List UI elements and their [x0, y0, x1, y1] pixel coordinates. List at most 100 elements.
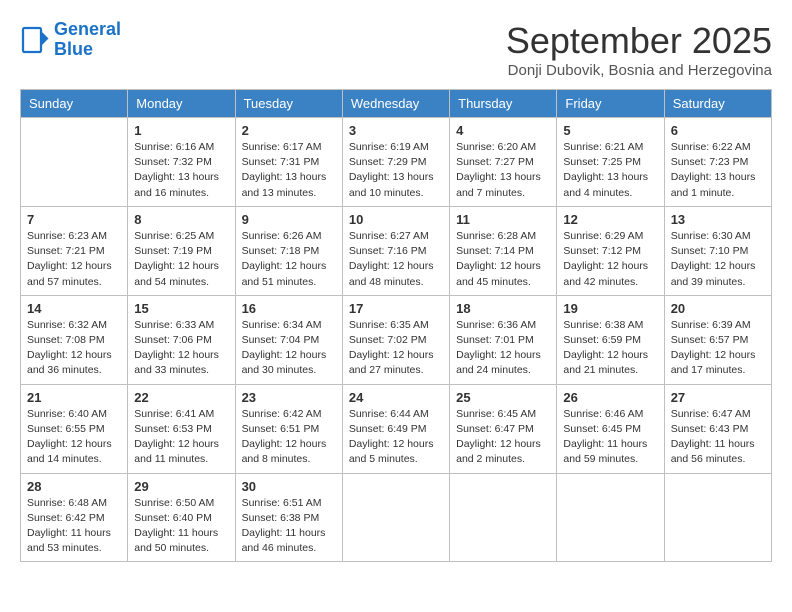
day-cell: 30 Sunrise: 6:51 AM Sunset: 6:38 PM Dayli…: [235, 473, 342, 562]
day-cell: 15 Sunrise: 6:33 AM Sunset: 7:06 PM Dayli…: [128, 295, 235, 384]
day-number: 14: [27, 301, 121, 316]
day-info: Sunrise: 6:46 AM Sunset: 6:45 PM Dayligh…: [563, 407, 657, 468]
day-number: 11: [456, 212, 550, 227]
day-info: Sunrise: 6:20 AM Sunset: 7:27 PM Dayligh…: [456, 140, 550, 201]
day-number: 8: [134, 212, 228, 227]
day-info: Sunrise: 6:30 AM Sunset: 7:10 PM Dayligh…: [671, 229, 765, 290]
day-number: 20: [671, 301, 765, 316]
day-cell: 1 Sunrise: 6:16 AM Sunset: 7:32 PM Daylig…: [128, 118, 235, 207]
day-info: Sunrise: 6:21 AM Sunset: 7:25 PM Dayligh…: [563, 140, 657, 201]
day-cell: 6Sunrise: 6:22 AM Sunset: 7:23 PM Daylig…: [664, 118, 771, 207]
day-number: 25: [456, 390, 550, 405]
day-number: 7: [27, 212, 121, 227]
day-cell: 16 Sunrise: 6:34 AM Sunset: 7:04 PM Dayli…: [235, 295, 342, 384]
day-cell: 18 Sunrise: 6:36 AM Sunset: 7:01 PM Dayli…: [450, 295, 557, 384]
header-monday: Monday: [128, 90, 235, 118]
day-info: Sunrise: 6:16 AM Sunset: 7:32 PM Dayligh…: [134, 140, 228, 201]
day-cell: 25 Sunrise: 6:45 AM Sunset: 6:47 PM Dayli…: [450, 384, 557, 473]
day-number: 18: [456, 301, 550, 316]
day-cell: 14 Sunrise: 6:32 AM Sunset: 7:08 PM Dayli…: [21, 295, 128, 384]
header-friday: Friday: [557, 90, 664, 118]
day-cell: [557, 473, 664, 562]
day-info: Sunrise: 6:50 AM Sunset: 6:40 PM Dayligh…: [134, 496, 228, 557]
day-number: 9: [242, 212, 336, 227]
day-cell: 20Sunrise: 6:39 AM Sunset: 6:57 PM Dayli…: [664, 295, 771, 384]
month-title: September 2025: [506, 20, 772, 62]
day-cell: 29 Sunrise: 6:50 AM Sunset: 6:40 PM Dayli…: [128, 473, 235, 562]
day-number: 1: [134, 123, 228, 138]
day-info: Sunrise: 6:19 AM Sunset: 7:29 PM Dayligh…: [349, 140, 443, 201]
logo: General Blue: [20, 20, 121, 60]
title-block: September 2025 Donji Dubovik, Bosnia and…: [506, 20, 772, 79]
day-number: 19: [563, 301, 657, 316]
day-cell: 3 Sunrise: 6:19 AM Sunset: 7:29 PM Daylig…: [342, 118, 449, 207]
day-cell: [21, 118, 128, 207]
day-cell: 2Sunrise: 6:17 AM Sunset: 7:31 PM Daylig…: [235, 118, 342, 207]
day-cell: 17 Sunrise: 6:35 AM Sunset: 7:02 PM Dayli…: [342, 295, 449, 384]
header-sunday: Sunday: [21, 90, 128, 118]
page-header: General Blue September 2025 Donji Dubovi…: [20, 20, 772, 79]
logo-icon: [20, 25, 50, 55]
day-info: Sunrise: 6:41 AM Sunset: 6:53 PM Dayligh…: [134, 407, 228, 468]
day-info: Sunrise: 6:25 AM Sunset: 7:19 PM Dayligh…: [134, 229, 228, 290]
day-cell: 26 Sunrise: 6:46 AM Sunset: 6:45 PM Dayli…: [557, 384, 664, 473]
day-cell: 7 Sunrise: 6:23 AM Sunset: 7:21 PM Daylig…: [21, 206, 128, 295]
day-cell: 23 Sunrise: 6:42 AM Sunset: 6:51 PM Dayli…: [235, 384, 342, 473]
day-info: Sunrise: 6:28 AM Sunset: 7:14 PM Dayligh…: [456, 229, 550, 290]
day-number: 17: [349, 301, 443, 316]
day-info: Sunrise: 6:26 AM Sunset: 7:18 PM Dayligh…: [242, 229, 336, 290]
day-number: 6: [671, 123, 765, 138]
day-cell: 21Sunrise: 6:40 AM Sunset: 6:55 PM Dayli…: [21, 384, 128, 473]
day-cell: 13Sunrise: 6:30 AM Sunset: 7:10 PM Dayli…: [664, 206, 771, 295]
day-number: 3: [349, 123, 443, 138]
day-cell: [450, 473, 557, 562]
day-cell: 22 Sunrise: 6:41 AM Sunset: 6:53 PM Dayli…: [128, 384, 235, 473]
day-cell: [342, 473, 449, 562]
week-row-3: 14 Sunrise: 6:32 AM Sunset: 7:08 PM Dayli…: [21, 295, 772, 384]
day-info: Sunrise: 6:34 AM Sunset: 7:04 PM Dayligh…: [242, 318, 336, 379]
week-row-4: 21Sunrise: 6:40 AM Sunset: 6:55 PM Dayli…: [21, 384, 772, 473]
week-row-5: 28 Sunrise: 6:48 AM Sunset: 6:42 PM Dayli…: [21, 473, 772, 562]
day-info: Sunrise: 6:51 AM Sunset: 6:38 PM Dayligh…: [242, 496, 336, 557]
day-info: Sunrise: 6:36 AM Sunset: 7:01 PM Dayligh…: [456, 318, 550, 379]
day-info: Sunrise: 6:33 AM Sunset: 7:06 PM Dayligh…: [134, 318, 228, 379]
day-info: Sunrise: 6:32 AM Sunset: 7:08 PM Dayligh…: [27, 318, 121, 379]
header-wednesday: Wednesday: [342, 90, 449, 118]
day-number: 27: [671, 390, 765, 405]
day-cell: 27Sunrise: 6:47 AM Sunset: 6:43 PM Dayli…: [664, 384, 771, 473]
day-cell: 10 Sunrise: 6:27 AM Sunset: 7:16 PM Dayli…: [342, 206, 449, 295]
day-number: 29: [134, 479, 228, 494]
day-number: 15: [134, 301, 228, 316]
day-info: Sunrise: 6:48 AM Sunset: 6:42 PM Dayligh…: [27, 496, 121, 557]
calendar-table: SundayMondayTuesdayWednesdayThursdayFrid…: [20, 89, 772, 562]
day-info: Sunrise: 6:42 AM Sunset: 6:51 PM Dayligh…: [242, 407, 336, 468]
day-info: Sunrise: 6:44 AM Sunset: 6:49 PM Dayligh…: [349, 407, 443, 468]
day-cell: 28 Sunrise: 6:48 AM Sunset: 6:42 PM Dayli…: [21, 473, 128, 562]
day-number: 10: [349, 212, 443, 227]
day-cell: 19Sunrise: 6:38 AM Sunset: 6:59 PM Dayli…: [557, 295, 664, 384]
day-info: Sunrise: 6:17 AM Sunset: 7:31 PM Dayligh…: [242, 140, 336, 201]
day-info: Sunrise: 6:23 AM Sunset: 7:21 PM Dayligh…: [27, 229, 121, 290]
week-row-2: 7 Sunrise: 6:23 AM Sunset: 7:21 PM Daylig…: [21, 206, 772, 295]
day-number: 26: [563, 390, 657, 405]
logo-line1: General: [54, 19, 121, 39]
day-cell: 11 Sunrise: 6:28 AM Sunset: 7:14 PM Dayli…: [450, 206, 557, 295]
day-info: Sunrise: 6:27 AM Sunset: 7:16 PM Dayligh…: [349, 229, 443, 290]
day-cell: 4 Sunrise: 6:20 AM Sunset: 7:27 PM Daylig…: [450, 118, 557, 207]
day-number: 28: [27, 479, 121, 494]
header-tuesday: Tuesday: [235, 90, 342, 118]
day-info: Sunrise: 6:45 AM Sunset: 6:47 PM Dayligh…: [456, 407, 550, 468]
day-number: 4: [456, 123, 550, 138]
day-number: 24: [349, 390, 443, 405]
day-info: Sunrise: 6:35 AM Sunset: 7:02 PM Dayligh…: [349, 318, 443, 379]
day-number: 23: [242, 390, 336, 405]
header-saturday: Saturday: [664, 90, 771, 118]
day-cell: [664, 473, 771, 562]
day-cell: 8 Sunrise: 6:25 AM Sunset: 7:19 PM Daylig…: [128, 206, 235, 295]
day-number: 22: [134, 390, 228, 405]
header-thursday: Thursday: [450, 90, 557, 118]
calendar-header-row: SundayMondayTuesdayWednesdayThursdayFrid…: [21, 90, 772, 118]
day-number: 30: [242, 479, 336, 494]
day-number: 12: [563, 212, 657, 227]
day-number: 16: [242, 301, 336, 316]
